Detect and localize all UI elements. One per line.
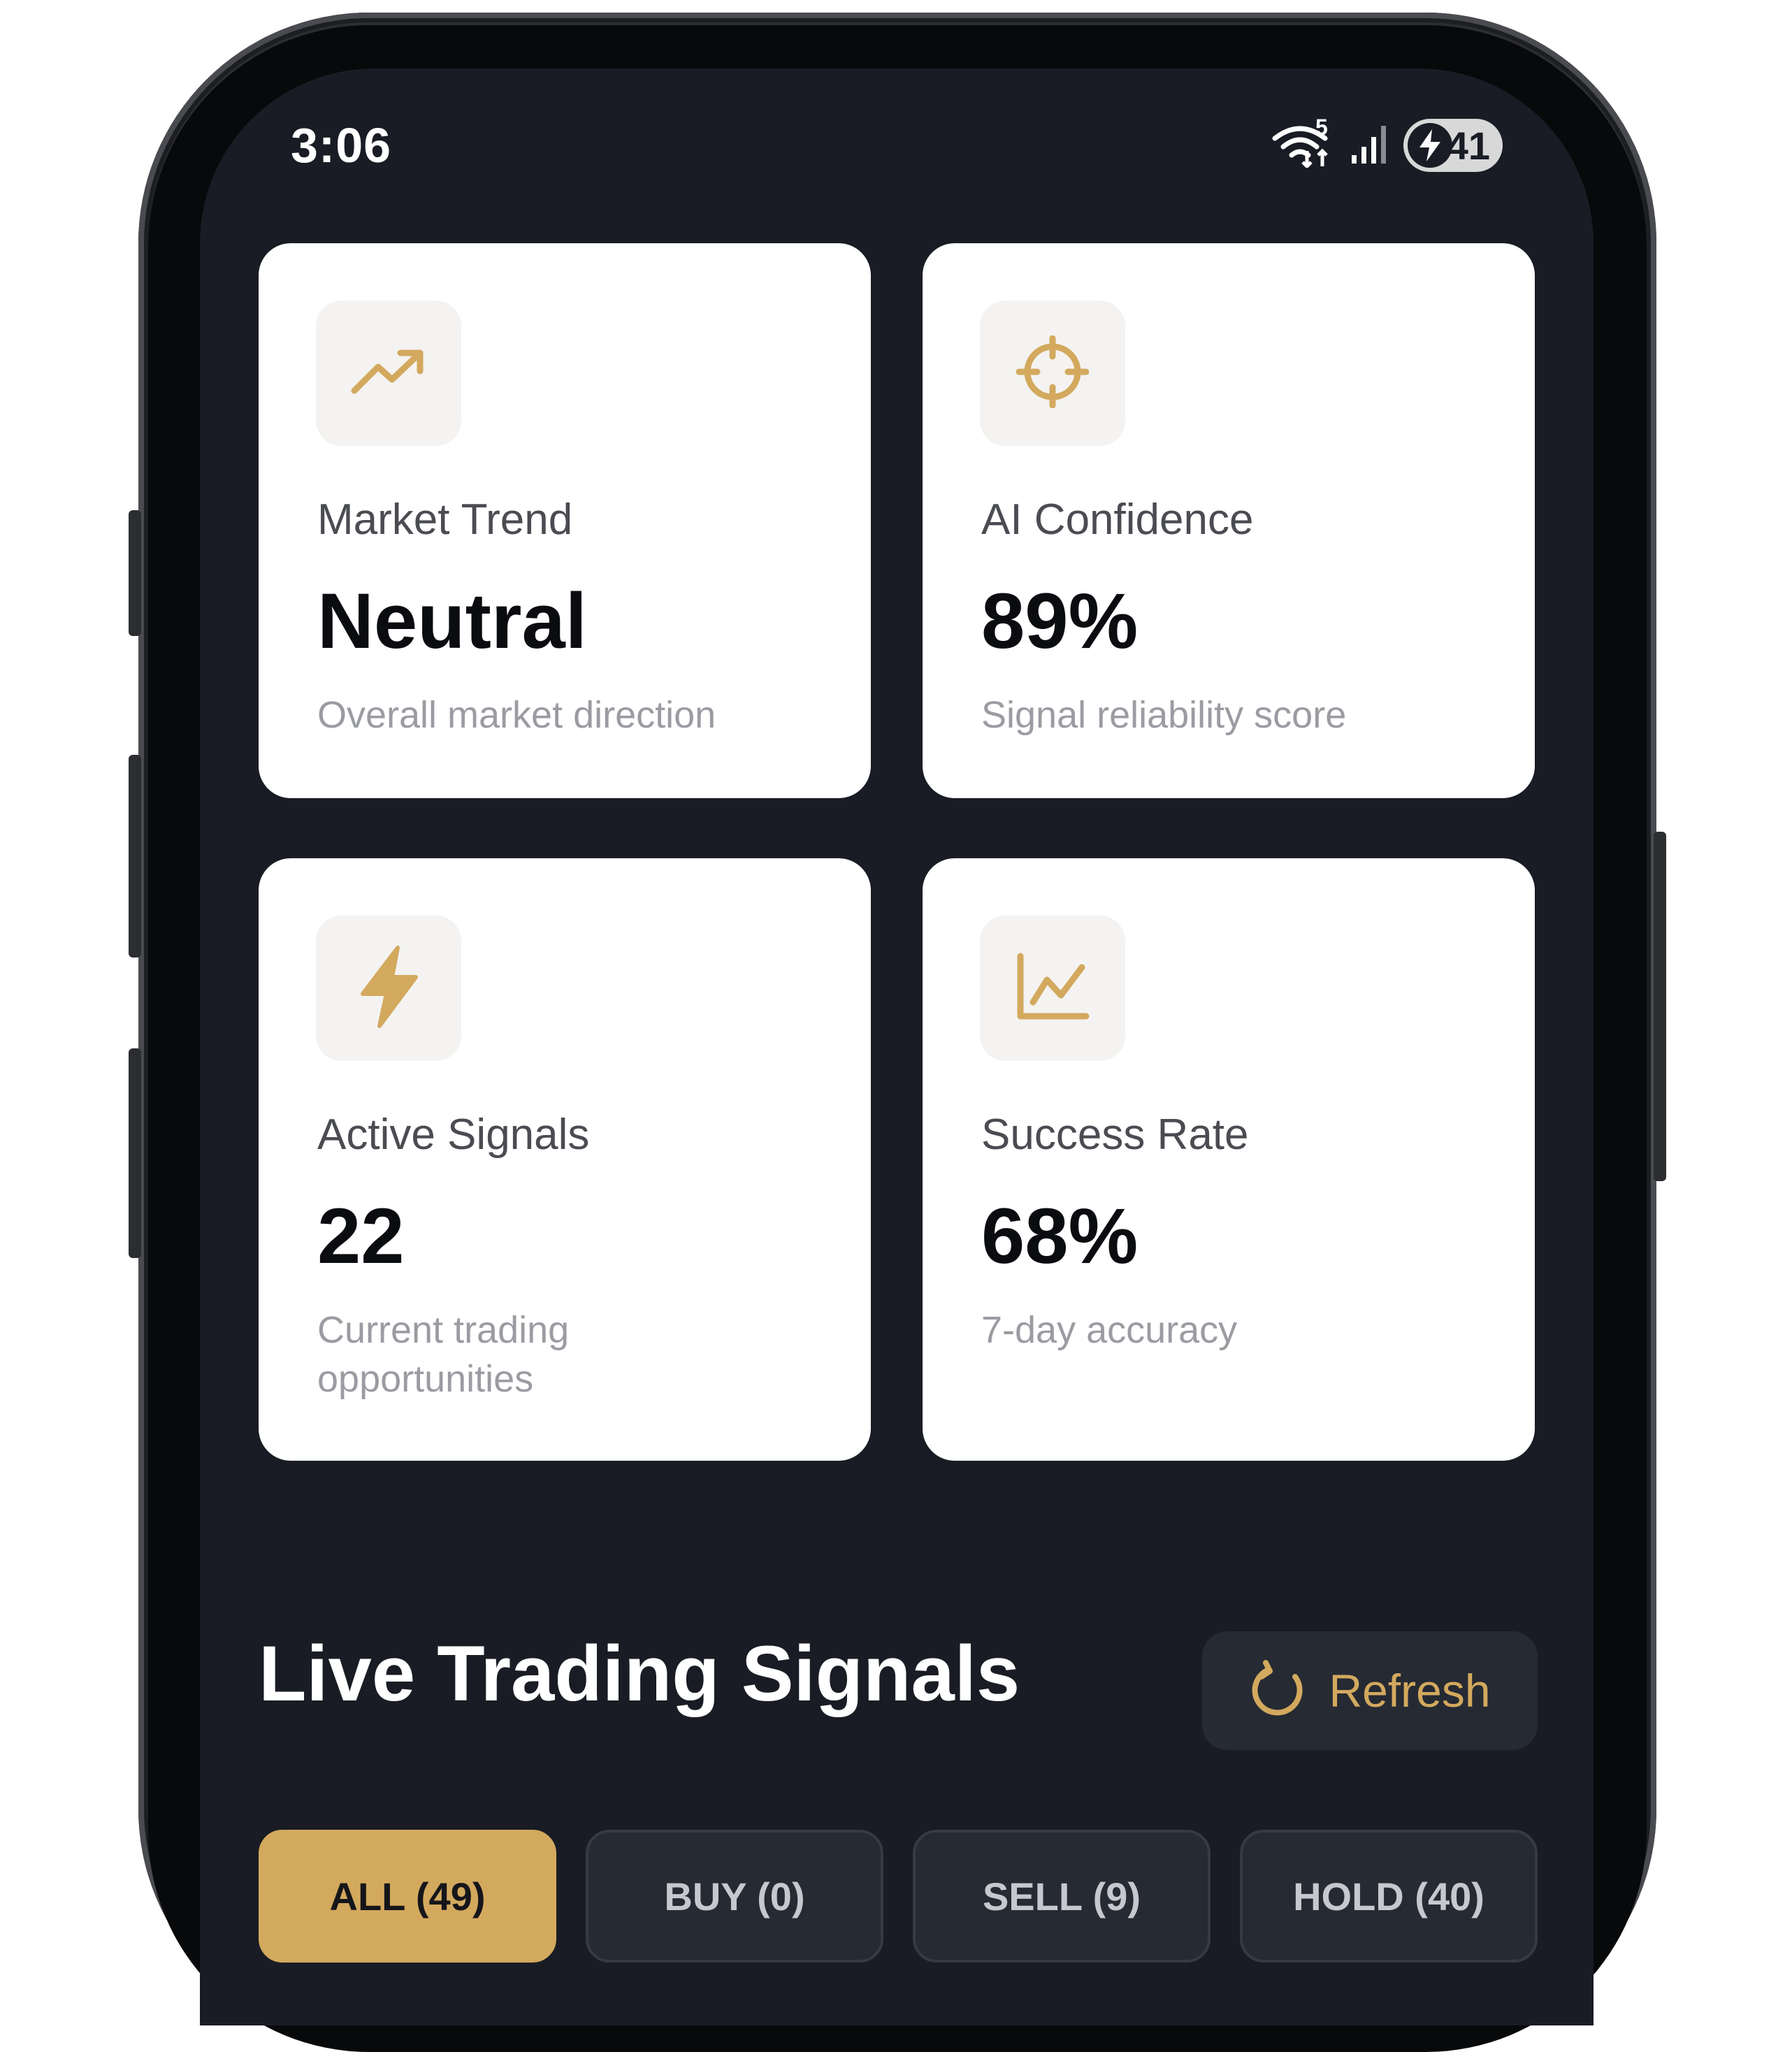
card-value: 89%: [981, 577, 1139, 665]
trending-up-icon: [350, 347, 427, 400]
crosshair-icon: [1016, 335, 1090, 412]
refresh-icon: [1249, 1659, 1308, 1722]
filter-sell-button[interactable]: SELL (9): [913, 1830, 1211, 1963]
line-chart-icon: [1015, 952, 1090, 1025]
lightning-icon: [357, 945, 420, 1032]
section-title: Live Trading Signals: [259, 1630, 1020, 1717]
signal-icon: [1350, 124, 1388, 167]
ai-confidence-card[interactable]: AI Confidence 89% Signal reliability sco…: [923, 243, 1535, 798]
filter-hold-button[interactable]: HOLD (40): [1240, 1830, 1538, 1963]
filter-buy-button[interactable]: BUY (0): [586, 1830, 883, 1963]
card-value: 22: [317, 1192, 405, 1280]
active-signals-card[interactable]: Active Signals 22 Current trading opport…: [259, 858, 871, 1461]
success-rate-icon-box: [980, 916, 1125, 1061]
card-subtitle: 7-day accuracy: [981, 1309, 1238, 1351]
card-value: Neutral: [317, 577, 587, 665]
wifi-icon: 5: [1272, 115, 1335, 169]
card-label: Active Signals: [317, 1111, 590, 1159]
card-subtitle: Current trading opportunities: [317, 1309, 570, 1400]
card-value: 68%: [981, 1192, 1139, 1280]
battery-charging-icon: 41: [1403, 119, 1503, 172]
market-trend-icon-box: [316, 301, 461, 446]
card-label: Market Trend: [317, 496, 573, 544]
card-label: AI Confidence: [981, 496, 1254, 544]
charging-bolt-icon: [1408, 123, 1452, 168]
card-subtitle: Overall market direction: [317, 694, 716, 736]
filter-all-button[interactable]: ALL (49): [259, 1830, 556, 1963]
phone-side-button: [129, 755, 141, 958]
status-time: 3:06: [291, 118, 392, 173]
active-signals-icon-box: [316, 916, 461, 1061]
status-icons: 5 41: [1272, 115, 1503, 173]
phone-side-button: [129, 510, 141, 636]
market-trend-card[interactable]: Market Trend Neutral Overall market dire…: [259, 243, 871, 798]
card-label: Success Rate: [981, 1111, 1249, 1159]
phone-side-button: [129, 1048, 141, 1258]
battery-level: 41: [1446, 123, 1490, 168]
phone-side-button: [1654, 832, 1666, 1181]
success-rate-card[interactable]: Success Rate 68% 7-day accuracy: [923, 858, 1535, 1461]
network-badge: 5: [1315, 115, 1328, 140]
refresh-label: Refresh: [1329, 1665, 1491, 1717]
refresh-button[interactable]: Refresh: [1202, 1631, 1538, 1750]
ai-confidence-icon-box: [980, 301, 1125, 446]
app-screen: 3:06 5 41 Market Trend Neutral Overall m…: [200, 68, 1594, 2025]
card-subtitle: Signal reliability score: [981, 694, 1347, 736]
